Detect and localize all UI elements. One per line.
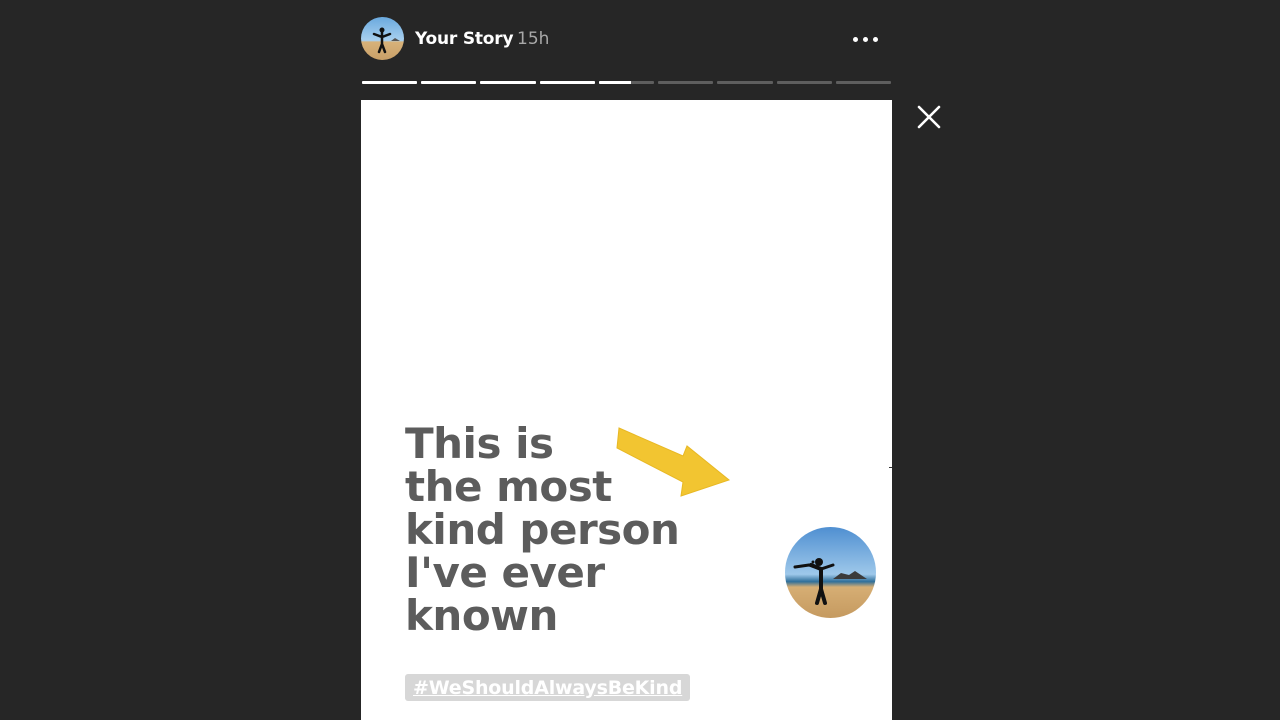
progress-segment (717, 81, 773, 84)
close-button[interactable] (914, 102, 944, 132)
more-options-icon (853, 37, 858, 42)
story-caption-line: known (405, 591, 558, 640)
story-progress-bar (362, 81, 891, 84)
more-options-icon (863, 37, 868, 42)
story-card[interactable]: This is the most kind person I've ever known… (361, 100, 892, 720)
progress-segment (362, 81, 418, 84)
progress-segment-fill (421, 81, 477, 84)
mention-avatar-sticker[interactable] (785, 527, 876, 618)
story-header: Your Story 15h (361, 17, 891, 61)
progress-segment (835, 81, 891, 84)
progress-segment-fill (598, 81, 631, 84)
story-caption-line: kind person (405, 505, 680, 554)
story-viewer: Your Story 15h This is the most kind perso… (0, 0, 1280, 720)
person-photo-icon (793, 558, 867, 605)
progress-segment (598, 81, 655, 84)
arrow-sticker (616, 427, 731, 497)
divider (889, 467, 892, 468)
progress-segment (776, 81, 832, 84)
progress-segment (658, 81, 714, 84)
avatar[interactable] (361, 17, 404, 60)
progress-segment-fill (539, 81, 595, 84)
story-caption-line: I've ever (405, 548, 605, 597)
progress-segment-fill (362, 81, 418, 84)
story-timestamp: 15h (517, 29, 550, 49)
close-icon (917, 105, 941, 129)
progress-segment (421, 81, 477, 84)
more-options-icon (873, 37, 878, 42)
progress-segment (539, 81, 595, 84)
progress-segment (480, 81, 536, 84)
more-options-button[interactable] (849, 27, 883, 51)
progress-segment-fill (480, 81, 536, 84)
hashtag-sticker[interactable]: #WeShouldAlwaysBeKind (405, 674, 691, 701)
person-silhouette-icon (372, 27, 400, 54)
story-username[interactable]: Your Story (415, 29, 514, 49)
